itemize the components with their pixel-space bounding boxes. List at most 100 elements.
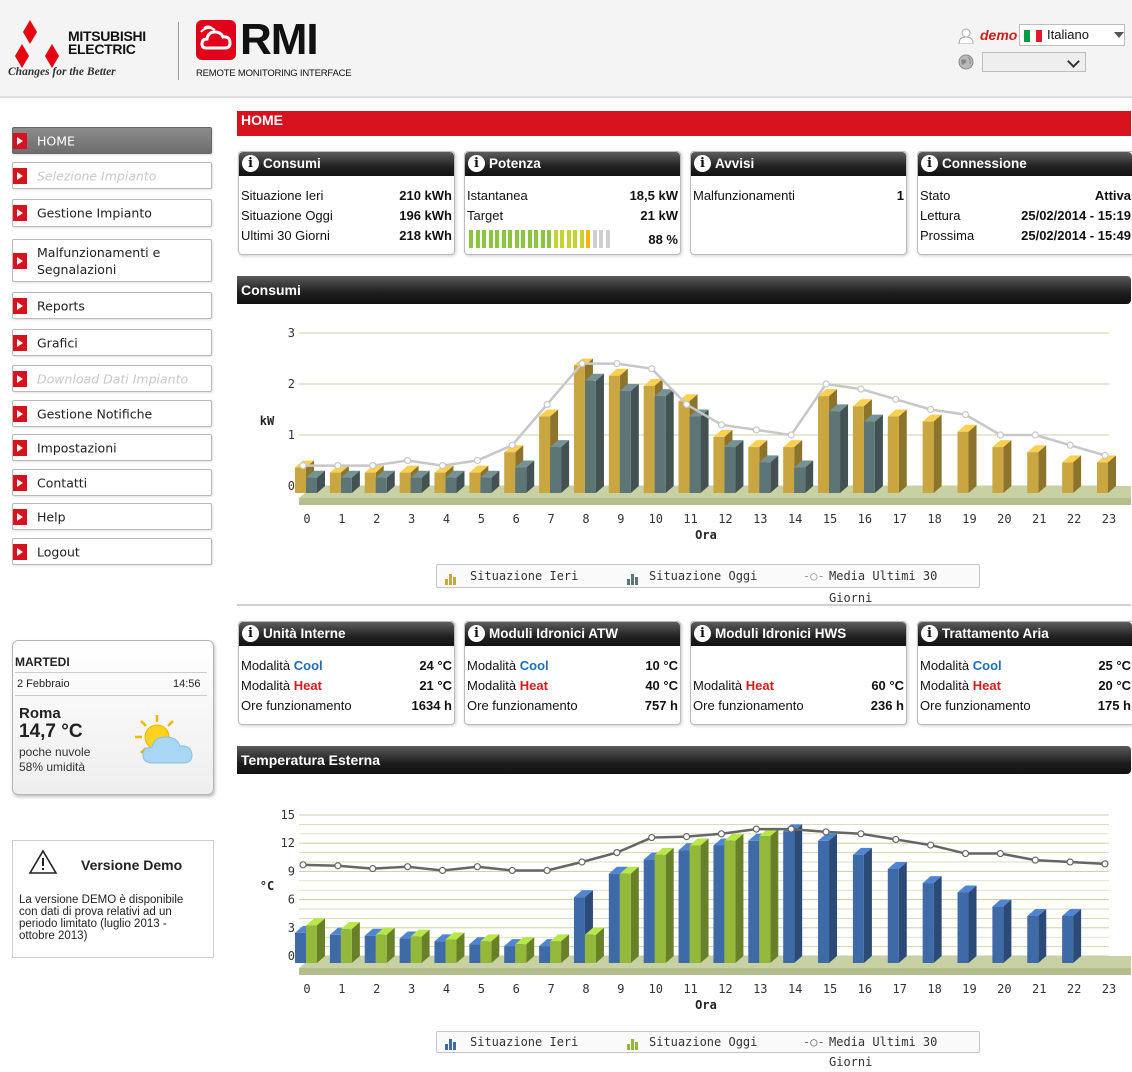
info-icon[interactable]: i	[468, 625, 485, 642]
arrow-right-icon	[13, 167, 27, 184]
bar	[654, 854, 666, 963]
heat-row: Modalità Heat 21 °C	[241, 676, 452, 696]
cool-row: Modalità Cool 24 °C	[241, 656, 452, 676]
average-point	[508, 866, 516, 875]
info-icon[interactable]: i	[468, 155, 485, 172]
sidebar-item-download-dati[interactable]: Download Dati Impianto	[12, 365, 212, 392]
progress-segment	[475, 230, 480, 248]
bar	[724, 447, 736, 493]
legend-item-ieri[interactable]: Situazione Ieri	[470, 1032, 578, 1052]
x-tick-label: 12	[718, 512, 732, 526]
info-icon[interactable]: i	[242, 625, 259, 642]
sidebar-item-reports[interactable]: Reports	[12, 292, 212, 319]
hours-row: Ore funzionamento 236 h	[693, 696, 904, 716]
x-tick-label: 1	[338, 982, 345, 996]
progress-segment	[579, 230, 584, 248]
legend-bar-icon	[627, 570, 639, 585]
legend-item-oggi[interactable]: Situazione Oggi	[649, 1032, 757, 1052]
moduli-hws-box-header: i Moduli Idronici HWS	[691, 622, 906, 646]
info-icon[interactable]: i	[694, 155, 711, 172]
row-label: Modalità Heat	[693, 678, 774, 693]
sidebar-item-selezione-impianto[interactable]: Selezione Impianto	[12, 162, 212, 189]
cool-label: Cool	[519, 658, 549, 673]
row-label: Ore funzionamento	[241, 698, 352, 713]
average-point	[752, 426, 760, 434]
sidebar-item-contatti[interactable]: Contatti	[12, 469, 212, 496]
average-point	[648, 365, 656, 373]
avvisi-row[interactable]: Malfunzionamenti 1	[693, 186, 904, 206]
weather-divider	[15, 672, 207, 673]
progress-segment	[573, 230, 577, 248]
row-value: 236 h	[870, 698, 904, 713]
arrow-right-icon	[13, 132, 27, 149]
sidebar-item-malfunzionamenti[interactable]: Malfunzionamenti e Segnalazioni	[12, 239, 212, 282]
x-tick-label: 21	[1032, 512, 1046, 526]
demo-text: La versione DEMO è disponibile con dati …	[19, 894, 184, 942]
weather-temperature: 14,7 °C	[19, 721, 83, 742]
bar-side	[829, 833, 838, 963]
site-select[interactable]	[982, 52, 1086, 72]
language-select[interactable]: Italiano	[1019, 24, 1125, 46]
bar	[1062, 916, 1074, 963]
row-label: Situazione Oggi	[241, 208, 333, 223]
legend-item-ieri[interactable]: Situazione Ieri	[470, 565, 578, 587]
bar-side	[700, 838, 709, 963]
average-point	[508, 441, 516, 449]
rmi-logo: RMI REMOTE MONITORING INTERFACE	[196, 16, 366, 82]
language-dropdown-icon	[1114, 32, 1124, 38]
bar	[340, 929, 352, 963]
average-point	[1066, 441, 1074, 449]
sidebar-item-gestione-impianto[interactable]: Gestione Impianto	[12, 199, 212, 227]
avvisi-box-title: Avvisi	[715, 156, 755, 171]
bar	[399, 472, 411, 493]
cool-label: Cool	[972, 658, 1002, 673]
heat-row: Modalità Heat 40 °C	[467, 676, 678, 696]
mitsubishi-diamonds-icon	[15, 20, 59, 68]
average-point	[369, 864, 377, 873]
legend-item-media[interactable]: Media Ultimi 30 Giorni	[829, 1032, 979, 1072]
info-icon[interactable]: i	[694, 625, 711, 642]
consumi-row: Situazione Ieri 210 kWh	[241, 186, 452, 206]
product-name: RMI	[240, 15, 319, 64]
x-tick-label: 16	[858, 982, 872, 996]
sidebar-item-help[interactable]: Help	[12, 503, 212, 530]
site-dropdown-icon	[1067, 55, 1080, 68]
bar	[504, 452, 516, 493]
legend-item-oggi[interactable]: Situazione Oggi	[649, 565, 757, 587]
bar	[957, 431, 969, 493]
row-value: 40 °C	[645, 678, 678, 693]
heat-label: Heat	[519, 678, 548, 693]
average-point	[822, 828, 830, 836]
bar	[469, 472, 481, 493]
sidebar-item-home[interactable]: HOME	[12, 127, 212, 154]
username-link[interactable]: demo	[980, 27, 1017, 43]
bar	[957, 892, 969, 963]
hours-row: Ore funzionamento 1634 h	[241, 696, 452, 716]
info-icon[interactable]: i	[921, 155, 938, 172]
x-axis-label: Ora	[695, 998, 717, 1012]
sidebar-item-gestione-notifiche[interactable]: Gestione Notifiche	[12, 400, 212, 427]
consumi-section-header: Consumi	[237, 276, 1131, 304]
temperatura-section-header: Temperatura Esterna	[237, 746, 1131, 774]
x-tick-label: 7	[547, 982, 554, 996]
consumi-row: Situazione Oggi 196 kWh	[241, 206, 452, 226]
weather-divider	[15, 695, 207, 696]
bar	[480, 941, 492, 963]
legend-item-media[interactable]: Media Ultimi 30 Giorni	[829, 565, 979, 609]
bar-side	[735, 440, 744, 493]
sidebar-item-logout[interactable]: Logout	[12, 538, 212, 565]
bar	[818, 840, 830, 963]
sidebar-item-impostazioni[interactable]: Impostazioni	[12, 434, 212, 461]
average-point	[613, 359, 621, 368]
weather-time: 14:56	[173, 678, 201, 690]
bar	[643, 859, 655, 963]
bar-side	[898, 409, 907, 493]
info-icon[interactable]: i	[921, 625, 938, 642]
x-tick-label: 20	[997, 512, 1011, 526]
row-label: Prossima	[920, 228, 975, 243]
sidebar-item-grafici[interactable]: Grafici	[12, 329, 212, 356]
row-value: 25/02/2014 - 15:49	[1021, 228, 1131, 243]
info-icon[interactable]: i	[242, 155, 259, 172]
avvisi-box: i Avvisi Malfunzionamenti 1	[690, 151, 907, 255]
consumi-section-title: Consumi	[241, 282, 301, 298]
